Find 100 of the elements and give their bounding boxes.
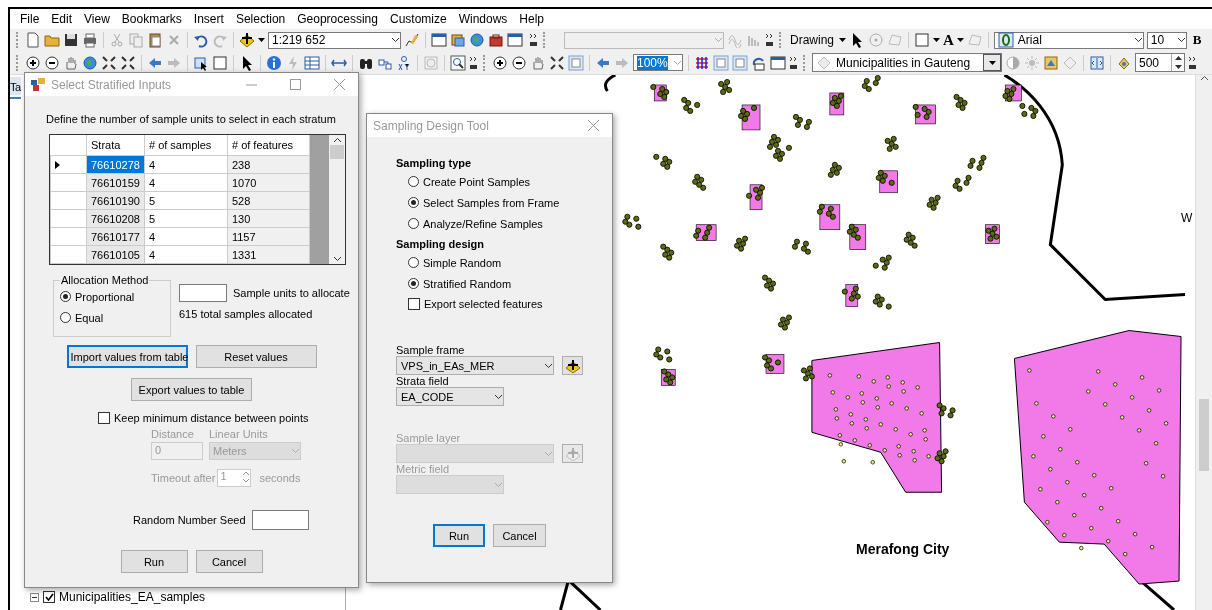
text-tool[interactable]: A [943,31,954,49]
scrollbar[interactable] [1195,75,1212,610]
window-icon[interactable] [431,32,447,48]
globe-icon[interactable] [82,54,98,71]
overflow-icon[interactable] [529,33,538,47]
radio-button[interactable] [408,218,419,229]
dropdown-field[interactable] [564,31,724,49]
close-icon[interactable] [333,79,345,90]
scrollbar-thumb[interactable] [330,145,344,159]
scroll-up-icon[interactable] [1199,75,1209,81]
radio-label[interactable]: Create Point Samples [423,175,530,188]
expand-toggle[interactable] [30,592,39,602]
scale-field[interactable]: 1:219 652 [268,31,401,49]
units-field[interactable] [179,284,227,302]
overflow-icon[interactable] [765,33,774,47]
dropdown-field[interactable]: VPS_in_EAs_MER [396,356,554,375]
seed-field[interactable] [251,510,309,530]
menu-item[interactable]: Selection [229,12,292,26]
floppy-icon[interactable] [63,32,79,48]
menu-item[interactable]: Edit [45,12,79,26]
radio-label[interactable]: Simple Random [423,256,502,269]
drawing-menu[interactable]: Drawing [788,33,836,47]
page-icon[interactable] [25,32,41,48]
add-button[interactable] [562,356,583,375]
menu-item[interactable]: File [14,12,46,26]
radio-button[interactable] [60,291,71,302]
effects-icon[interactable] [1043,54,1059,71]
column-header[interactable]: Strata [86,135,145,156]
arrows-icon[interactable] [120,54,136,71]
info-icon[interactable] [266,54,282,71]
zoom-in-icon[interactable] [492,54,508,71]
close-icon[interactable] [587,120,599,131]
table-icon[interactable] [304,54,320,71]
zoom-out-icon[interactable] [44,54,60,71]
column-header[interactable]: # of samples [144,135,228,156]
button[interactable]: Export values to table [131,378,252,401]
printer-icon[interactable] [82,32,98,48]
menu-item[interactable]: Windows [452,12,514,26]
layer-field[interactable]: Municipalities in Gauteng [812,53,1002,72]
checkbox[interactable] [98,412,110,424]
zoom-in-icon[interactable] [25,54,41,71]
toolbox-icon[interactable] [488,32,504,48]
button[interactable]: Reset values [195,345,317,368]
bold-button[interactable]: B [1189,32,1205,48]
layer-checkbox[interactable] [43,591,55,603]
radio-button[interactable] [60,312,71,323]
radio-button[interactable] [408,176,419,187]
font-size-field[interactable]: 10 [1146,31,1187,49]
zoom-field[interactable]: 100% [633,54,683,71]
button[interactable]: Run [433,524,485,547]
overflow-icon[interactable] [1188,55,1197,70]
checkbox-label[interactable]: Export selected features [424,298,543,310]
magnifier-icon[interactable] [450,54,466,71]
grid-icon[interactable] [694,54,710,71]
window-icon[interactable] [770,54,786,71]
plus-diamond-icon[interactable] [239,32,255,48]
swipe-icon[interactable] [1089,54,1105,71]
button[interactable]: Cancel [195,550,263,573]
layers-icon[interactable] [450,32,466,48]
maximize-icon[interactable] [289,79,301,90]
scroll-up-icon[interactable] [332,137,342,143]
xy-icon[interactable] [396,54,412,71]
menu-item[interactable]: Customize [383,12,453,26]
number-spinner[interactable]: 500 [1135,53,1185,72]
arrows-icon[interactable] [549,54,565,71]
checkbox[interactable] [408,298,420,310]
overflow-icon[interactable] [789,55,798,70]
layer-name[interactable]: Municipalities_EA_samples [59,590,206,604]
checkbox-label[interactable]: Keep minimum distance between points [114,412,309,424]
menu-item[interactable]: Insert [187,12,230,26]
radio-label[interactable]: Stratified Random [423,277,512,290]
zoom-out-icon[interactable] [511,54,527,71]
spinner-arrows-icon[interactable] [242,470,251,484]
window-icon[interactable] [507,32,523,48]
panel-tab[interactable]: Ta [10,77,21,95]
select-icon[interactable] [193,54,209,71]
globe-icon[interactable] [469,32,485,48]
square-icon[interactable] [914,32,930,48]
scroll-down-icon[interactable] [332,256,342,262]
clipboard-icon[interactable] [147,32,163,48]
radio-button[interactable] [408,197,419,208]
button[interactable]: Run [120,550,188,573]
radio-label[interactable]: Select Samples from Frame [423,196,560,209]
radio-button[interactable] [408,278,419,289]
dropdown-field[interactable]: EA_CODE [396,387,504,406]
column-header[interactable]: # of features [227,135,310,156]
menu-item[interactable]: Help [513,12,551,26]
pencil-icon[interactable] [404,32,420,48]
radio-button[interactable] [408,257,419,268]
radio-label[interactable]: Analyze/Refine Samples [423,217,543,230]
arrows-icon[interactable] [101,54,117,71]
menu-item[interactable]: View [78,12,116,26]
button[interactable]: Cancel [493,524,546,547]
font-icon[interactable] [997,32,1014,48]
radio-label[interactable]: Proportional [75,290,135,303]
radio-label[interactable]: Equal [75,311,104,324]
font-field[interactable]: Arial [993,31,1144,49]
menu-item[interactable]: Geoprocessing [291,12,384,26]
overflow-icon[interactable] [469,55,478,70]
scrollbar-thumb[interactable] [1199,399,1209,471]
